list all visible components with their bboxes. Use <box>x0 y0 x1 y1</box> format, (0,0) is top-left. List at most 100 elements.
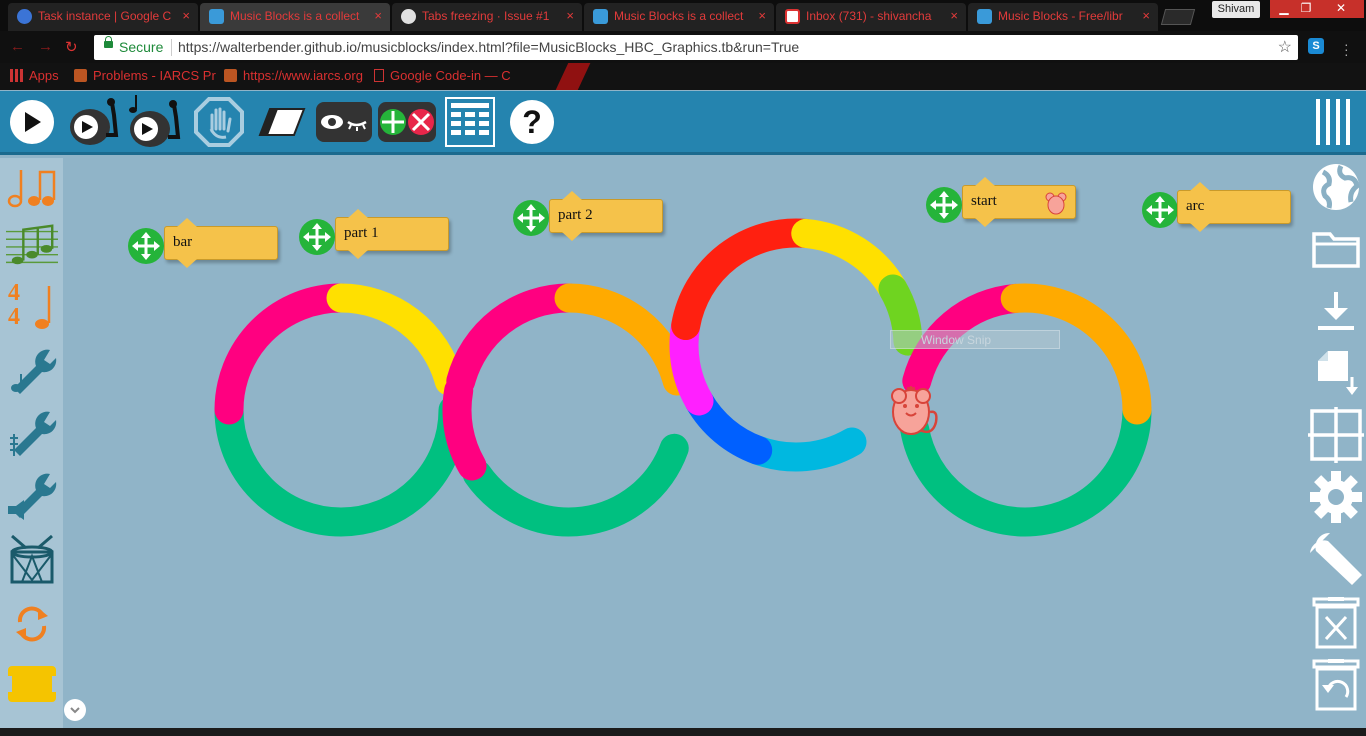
play-slow-button[interactable] <box>66 91 120 153</box>
drum-icon <box>10 534 54 584</box>
turtle-arc <box>1000 283 1152 425</box>
block-grid-icon <box>445 97 495 147</box>
hamburger-menu-icon <box>1316 99 1350 145</box>
restore-button[interactable] <box>1306 656 1366 714</box>
trash-button[interactable] <box>1306 594 1366 652</box>
reload-icon[interactable]: ↻ <box>65 38 78 56</box>
close-tab-icon[interactable]: × <box>566 3 574 29</box>
start-block[interactable]: start <box>962 177 1076 227</box>
browser-tab[interactable]: Music Blocks is a collect × <box>200 3 390 31</box>
lock-icon <box>104 36 113 48</box>
collapse-blocks-button[interactable] <box>378 91 436 153</box>
close-tab-icon[interactable]: × <box>1142 3 1150 29</box>
browser-tab-title: Music Blocks - Free/libr <box>998 9 1123 23</box>
action-block-part-2[interactable]: part 2 <box>549 191 663 241</box>
block-notch <box>975 218 995 227</box>
browser-tab[interactable]: Task instance | Google C × <box>8 3 198 31</box>
block-palette: 4 4 <box>0 158 63 736</box>
palette-drum[interactable] <box>6 534 58 586</box>
pitch-tools-icon <box>10 411 57 456</box>
close-tab-icon[interactable]: × <box>182 3 190 29</box>
block-move-handle[interactable] <box>128 228 164 264</box>
window-close-button[interactable]: ✕ <box>1318 0 1364 18</box>
advanced-mode-button[interactable] <box>1306 530 1366 588</box>
new-tab-button[interactable] <box>1160 9 1196 25</box>
palette-pitch[interactable] <box>6 220 58 272</box>
action-block-bar[interactable]: bar <box>164 218 278 268</box>
action-block-arc[interactable]: arc <box>1177 182 1291 232</box>
new-project-button[interactable] <box>1306 344 1366 402</box>
palette-action[interactable] <box>6 658 58 710</box>
bookmark-apps[interactable]: Apps <box>10 68 59 83</box>
forward-arrow-icon[interactable]: → <box>38 38 53 55</box>
music-blocks-favicon-icon <box>209 9 224 24</box>
help-button[interactable]: ? <box>508 91 556 153</box>
action-block-part-1[interactable]: part 1 <box>335 209 449 259</box>
planet-button[interactable] <box>1306 158 1366 216</box>
open-project-button[interactable] <box>1306 220 1366 278</box>
close-tab-icon[interactable]: × <box>374 3 382 29</box>
palette-rhythm[interactable] <box>6 160 58 212</box>
maximize-button[interactable]: ❐ <box>1292 0 1320 18</box>
planet-icon <box>1313 164 1360 210</box>
turtle-arc <box>214 283 356 425</box>
save-project-button[interactable] <box>1306 282 1366 340</box>
block-notch <box>177 218 197 227</box>
browser-tab-strip: Task instance | Google C × Music Blocks … <box>0 0 1366 31</box>
stop-button[interactable] <box>192 91 246 153</box>
block-move-handle[interactable] <box>926 187 962 223</box>
address-bar[interactable]: Secure https://walterbender.github.io/mu… <box>94 35 1298 60</box>
browser-tab[interactable]: Tabs freezing · Issue #1 × <box>392 3 582 31</box>
turtle-arc <box>462 433 689 537</box>
bookmark-label: Problems - IARCS Pr <box>93 68 216 83</box>
help-icon: ? <box>510 100 554 144</box>
mouse-icon <box>1045 192 1067 215</box>
palette-meter[interactable]: 4 4 <box>6 280 58 334</box>
close-tab-icon[interactable]: × <box>758 3 766 29</box>
block-move-handle[interactable] <box>513 200 549 236</box>
skype-extension-icon[interactable]: S <box>1308 38 1324 54</box>
toggle-grid-button[interactable] <box>1306 406 1366 464</box>
advanced-wrench-icon <box>1310 532 1362 585</box>
hide-blocks-icon <box>316 102 372 142</box>
block-move-handle[interactable] <box>1142 192 1178 228</box>
close-tab-icon[interactable]: × <box>950 3 958 29</box>
palette-tone[interactable] <box>6 346 58 398</box>
menu-button[interactable] <box>1310 91 1358 153</box>
mouse-turtle-icon[interactable] <box>886 382 940 440</box>
restore-icon <box>1312 659 1360 711</box>
bookmark-star-icon[interactable]: ☆ <box>1278 37 1292 57</box>
palette-pitch-tools[interactable] <box>6 408 58 460</box>
block-label: bar <box>173 234 193 250</box>
block-grid-button[interactable] <box>444 91 496 153</box>
bookmark-gci[interactable]: Google Code-in — C <box>374 68 511 83</box>
bookmark-label: Google Code-in — C <box>390 68 511 83</box>
palette-volume[interactable] <box>6 470 58 522</box>
browser-tab-title: Music Blocks is a collect <box>230 9 360 23</box>
block-notch <box>348 209 368 218</box>
turtle-arc <box>900 395 1152 537</box>
browser-menu-icon[interactable]: · · · <box>1344 37 1349 61</box>
back-arrow-icon[interactable]: ← <box>10 38 25 55</box>
url-text[interactable]: https://walterbender.github.io/musicbloc… <box>178 39 799 55</box>
play-button[interactable] <box>8 91 56 153</box>
browser-tab-title: Tabs freezing · Issue #1 <box>422 9 550 23</box>
turtle-arc <box>446 283 584 396</box>
bookmark-iarcs[interactable]: https://www.iarcs.org <box>224 68 363 83</box>
block-move-handle[interactable] <box>299 219 335 255</box>
play-step-button[interactable] <box>126 91 182 153</box>
github-favicon-icon <box>401 9 416 24</box>
bookmark-iarcs-problems[interactable]: Problems - IARCS Pr <box>74 68 216 83</box>
palette-flow[interactable] <box>6 598 58 650</box>
erase-button[interactable] <box>256 91 308 153</box>
browser-tab[interactable]: Music Blocks is a collect × <box>584 3 774 31</box>
gmail-favicon-icon <box>785 9 800 24</box>
hide-blocks-button[interactable] <box>316 91 372 153</box>
move-arrows-icon <box>930 191 958 219</box>
profile-chip[interactable]: Shivam <box>1212 1 1260 18</box>
browser-tab[interactable]: Music Blocks - Free/libr × <box>968 3 1158 31</box>
settings-button[interactable] <box>1306 468 1366 526</box>
window-snip-overlay: Window Snip <box>890 330 1060 349</box>
main-toolbar: ? <box>0 91 1366 155</box>
browser-tab[interactable]: Inbox (731) - shivancha × <box>776 3 966 31</box>
